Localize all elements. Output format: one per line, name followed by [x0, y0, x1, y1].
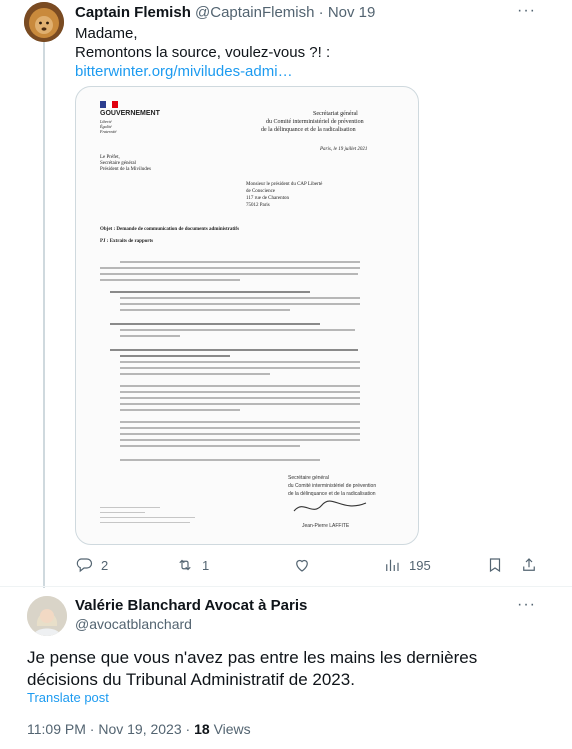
text-line: [100, 279, 240, 281]
reply-button[interactable]: 2: [75, 556, 108, 574]
recipient-line: de Conscience: [246, 189, 276, 194]
sender-line: Président de la Miviludes: [100, 167, 151, 172]
tweet-header: Captain Flemish @CaptainFlemish · Nov 19: [75, 4, 375, 21]
footer-line: [100, 517, 195, 518]
dot-separator: ·: [318, 4, 324, 21]
divider: [0, 586, 572, 587]
text-line: [120, 403, 360, 405]
author-handle[interactable]: @CaptainFlemish: [195, 4, 314, 21]
text-line: [120, 335, 180, 337]
text-line: [120, 409, 240, 411]
sender-line: Secrétaire général: [100, 161, 136, 166]
thread-line: [43, 40, 45, 588]
tweet-text: Madame, Remontons la source, voulez-vous…: [75, 24, 330, 81]
text-line: [100, 273, 358, 275]
footer-line: [100, 522, 190, 523]
text-line: [120, 421, 360, 423]
avatar[interactable]: [24, 2, 64, 42]
recipient-line: 75012 Paris: [246, 203, 270, 208]
text-line: [120, 385, 360, 387]
dot-separator: ·: [89, 721, 95, 737]
text-line: [120, 297, 360, 299]
text-line: [120, 427, 360, 429]
text-line: [120, 355, 230, 357]
signature-line: du Comité interministériel de prévention: [288, 483, 377, 489]
text-line: [120, 303, 360, 305]
author-name[interactable]: Valérie Blanchard Avocat à Paris: [75, 597, 307, 614]
tweet-line: Remontons la source, voulez-vous ?! :: [75, 44, 331, 61]
share-button[interactable]: [520, 556, 538, 574]
handwritten-signature-icon: [293, 500, 367, 512]
text-line: [120, 439, 360, 441]
recipient-line: Monsieur le président du CAP Liberté: [246, 182, 323, 187]
post-meta: 11:09 PM · Nov 19, 2023 · 18 Views: [27, 721, 251, 737]
tweet-line: Madame,: [75, 25, 138, 42]
text-line: [120, 459, 320, 461]
text-line: [120, 373, 270, 375]
analytics-icon: [386, 559, 399, 571]
text-line: [120, 367, 360, 369]
text-line: [110, 349, 358, 351]
tweet-date[interactable]: Nov 19: [328, 4, 376, 21]
text-line: [120, 361, 360, 363]
text-line: [120, 391, 360, 393]
text-line: [110, 323, 320, 325]
footer-line: [100, 507, 160, 508]
lion-avatar-icon: [24, 2, 64, 42]
repost-button[interactable]: 1: [176, 556, 209, 574]
reply-icon: [76, 558, 93, 573]
letter-attachments: PJ : Extraits de rapports: [100, 239, 154, 244]
post-date[interactable]: Nov 19, 2023: [98, 721, 181, 737]
text-line: [120, 445, 300, 447]
marianne-logo-icon: [100, 101, 118, 108]
reply-text: Je pense que vous n'avez pas entre les m…: [27, 648, 478, 689]
sender-line: Le Préfet,: [100, 155, 120, 160]
letter-subject: Objet : Demande de communication de docu…: [100, 227, 240, 232]
like-button[interactable]: [293, 556, 311, 574]
brand-name: GOUVERNEMENT: [100, 110, 160, 117]
letter-document: GOUVERNEMENT Liberté Égalité Fraternité …: [76, 87, 418, 544]
views-count: 195: [409, 557, 431, 573]
dot-separator: ·: [185, 721, 191, 737]
signature-line: Secrétaire général: [288, 475, 329, 481]
share-icon: [523, 558, 535, 571]
org-line: Secrétariat général: [313, 111, 358, 117]
tweet[interactable]: Captain Flemish @CaptainFlemish · Nov 19…: [0, 0, 572, 588]
author-name[interactable]: Captain Flemish: [75, 4, 191, 21]
recipient-line: 117 rue de Charenton: [246, 196, 289, 201]
views-count: 18: [194, 721, 210, 737]
tweet-link[interactable]: bitterwinter.org/miviludes-admi…: [75, 62, 330, 81]
post-time[interactable]: 11:09 PM: [27, 721, 86, 737]
bookmark-icon: [489, 558, 501, 573]
org-line: de la délinquance et de la radicalisatio…: [261, 127, 356, 133]
repost-icon: [179, 559, 191, 571]
text-line: [120, 397, 360, 399]
text-line: [100, 267, 360, 269]
views-button[interactable]: 195: [383, 556, 431, 574]
repost-count: 1: [202, 557, 210, 573]
heart-icon: [296, 559, 308, 572]
author-handle[interactable]: @avocatblanchard: [75, 616, 192, 632]
text-line: [120, 309, 290, 311]
text-line: [110, 291, 310, 293]
text-line: [120, 329, 355, 331]
motto-line: Fraternité: [100, 129, 117, 134]
signatory-name: Jean-Pierre LAFFITE: [302, 523, 350, 529]
attached-document-image[interactable]: GOUVERNEMENT Liberté Égalité Fraternité …: [75, 86, 419, 545]
letter-date: Paris, le 19 juillet 2021: [320, 147, 368, 152]
more-options-button[interactable]: ···: [517, 3, 536, 19]
person-avatar-icon: [27, 596, 67, 636]
more-options-button[interactable]: ···: [517, 597, 536, 613]
avatar[interactable]: [27, 596, 67, 636]
views-label: Views: [213, 721, 251, 737]
text-line: [120, 433, 360, 435]
bookmark-button[interactable]: [486, 556, 504, 574]
text-line: [120, 261, 360, 263]
org-line: du Comité interministériel de prévention: [266, 119, 364, 125]
reply-count: 2: [101, 557, 109, 573]
translate-post-link[interactable]: Translate post: [27, 690, 109, 705]
footer-line: [100, 512, 145, 513]
